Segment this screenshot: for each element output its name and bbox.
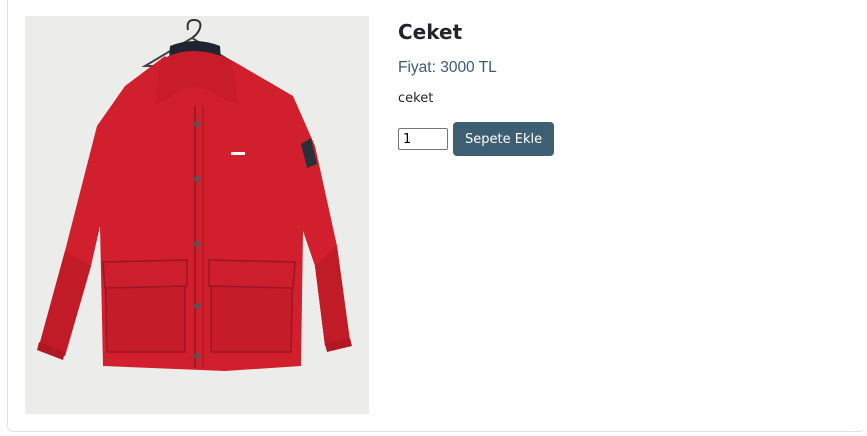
add-to-cart-button[interactable]: Sepete Ekle <box>453 122 555 156</box>
quantity-input[interactable] <box>398 128 448 150</box>
product-price: Fiyat: 3000 TL <box>398 59 497 76</box>
add-to-cart-row: Sepete Ekle <box>398 122 555 156</box>
product-image <box>25 16 369 414</box>
product-info: Ceket Fiyat: 3000 TL ceket Sepete Ekle <box>398 18 555 156</box>
product-title: Ceket <box>398 20 463 44</box>
product-description: ceket <box>398 91 434 106</box>
product-card: Ceket Fiyat: 3000 TL ceket Sepete Ekle <box>7 0 865 432</box>
jacket-image <box>37 18 352 371</box>
